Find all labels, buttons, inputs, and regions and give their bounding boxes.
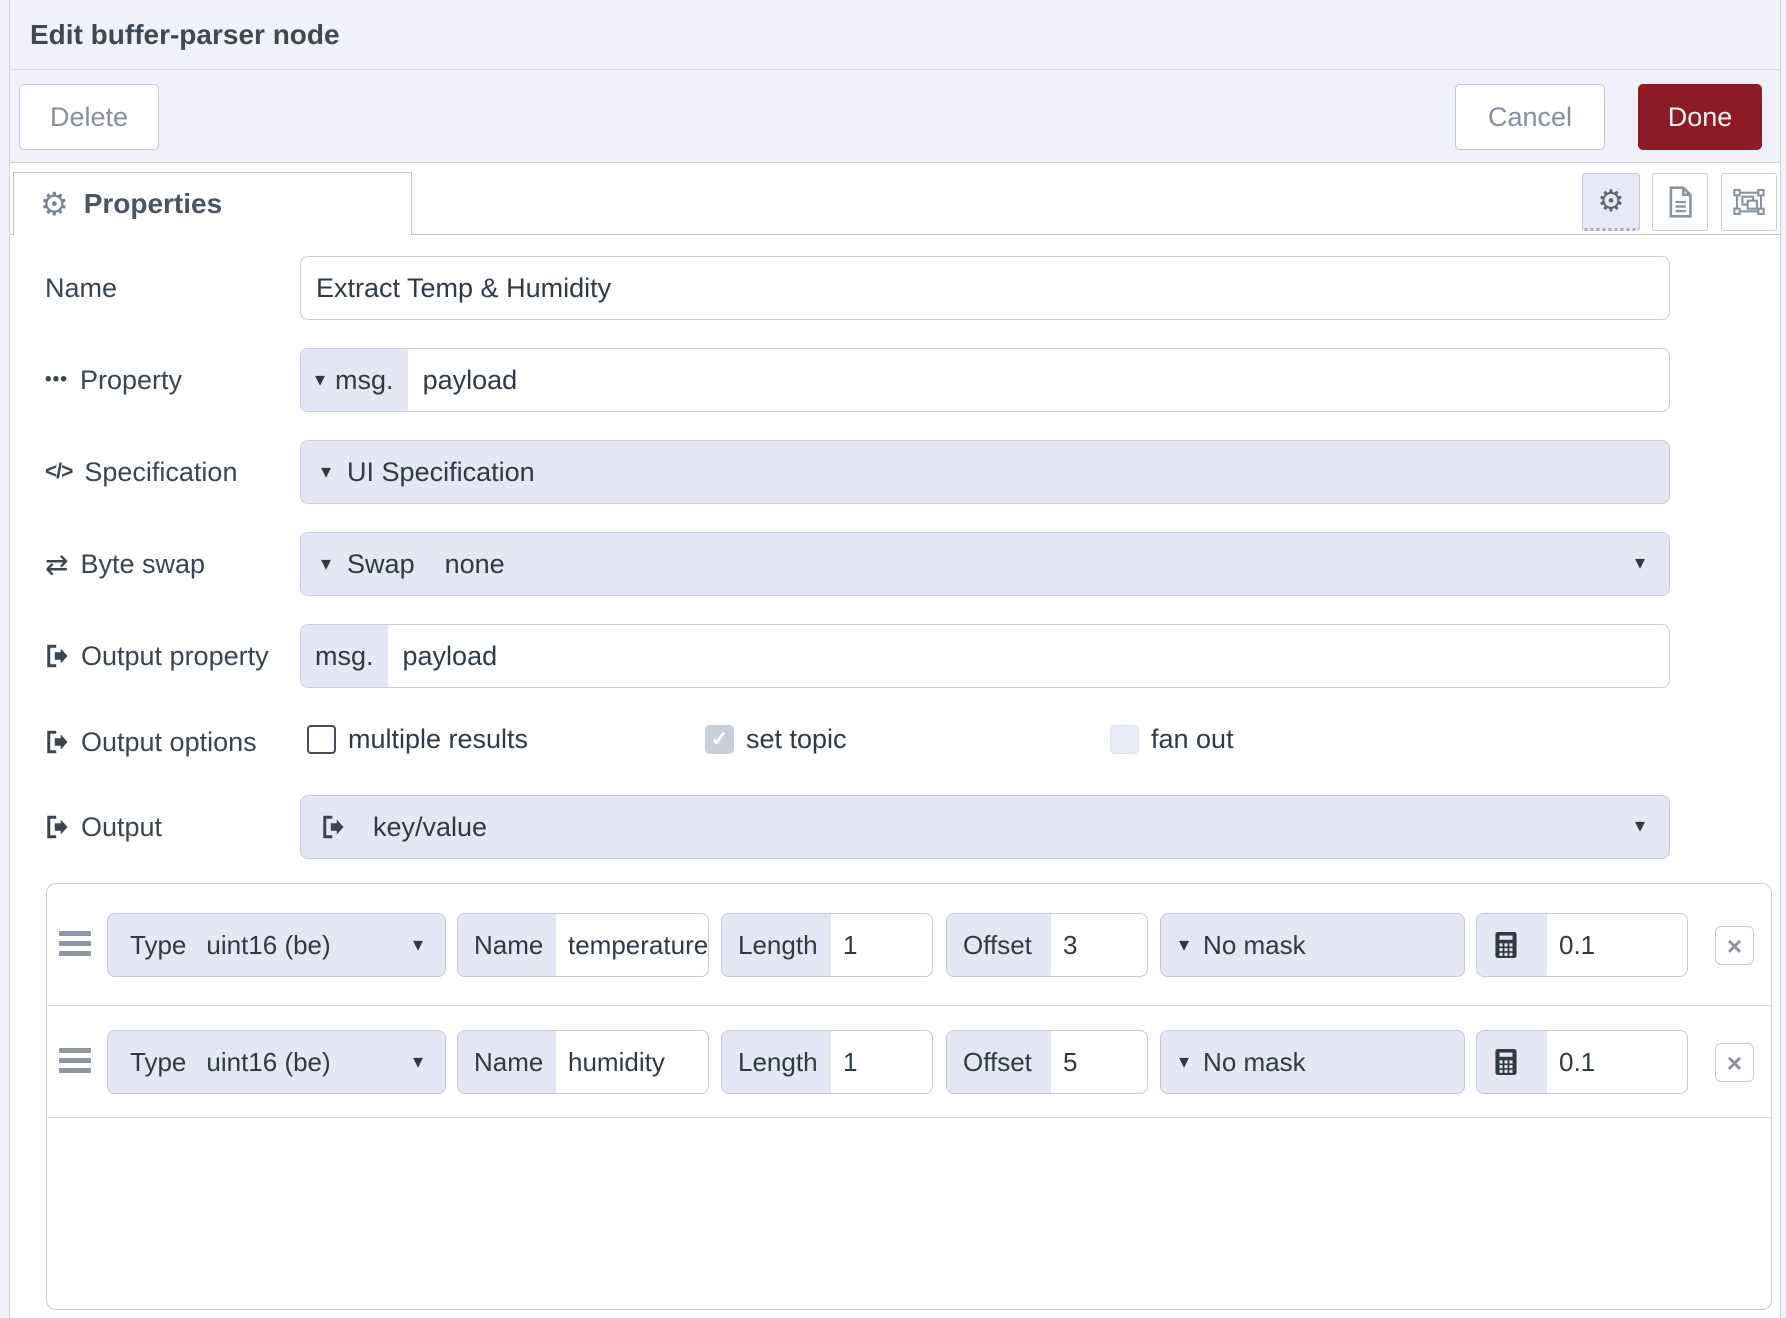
item-name-value: temperature: [556, 930, 708, 961]
sign-out-icon: [45, 815, 69, 839]
edit-description-button[interactable]: [1652, 173, 1708, 231]
item-name-value: humidity: [556, 1047, 665, 1078]
output-options-group: multiple results set topic fan out: [10, 710, 1780, 774]
specification-value: UI Specification: [347, 457, 535, 488]
chevron-down-icon: ▾: [1179, 1052, 1189, 1072]
item-mask-select[interactable]: ▾ No mask: [1160, 1030, 1465, 1094]
code-icon: </>: [45, 460, 72, 484]
sign-out-icon: [45, 644, 69, 668]
property-type-button[interactable]: ▾ msg.: [301, 349, 408, 411]
byte-swap-select[interactable]: ▾ Swap none ▾: [300, 532, 1670, 596]
specification-label: </> Specification: [45, 440, 295, 504]
calculator-icon: [1493, 1047, 1519, 1077]
item-length-input[interactable]: Length 1: [721, 1030, 933, 1094]
output-property-label: Output property: [45, 624, 295, 688]
cancel-button[interactable]: Cancel: [1455, 84, 1605, 150]
chevron-down-icon: ▾: [1179, 935, 1189, 955]
description-doc-icon: [1667, 186, 1693, 218]
gear-icon: ⚙: [40, 188, 69, 220]
multiple-results-checkbox[interactable]: [307, 725, 336, 754]
byte-swap-prefix: Swap: [347, 549, 415, 580]
appearance-group-icon: [1733, 186, 1765, 218]
tab-properties[interactable]: ⚙ Properties: [13, 172, 412, 235]
item-name-input[interactable]: Name humidity: [457, 1030, 709, 1094]
edit-node-dialog: Edit buffer-parser node Delete Cancel Do…: [9, 0, 1781, 1318]
item-length-value: 1: [831, 1047, 857, 1078]
close-icon: ×: [1727, 933, 1742, 959]
close-icon: ×: [1727, 1050, 1742, 1076]
done-button[interactable]: Done: [1638, 84, 1762, 150]
dialog-title: Edit buffer-parser node: [30, 19, 340, 51]
item-type-select[interactable]: Type uint16 (be) ▾: [107, 1030, 446, 1094]
edit-appearance-button[interactable]: [1721, 173, 1777, 231]
sign-out-icon: [321, 815, 345, 839]
rules-list: Type uint16 (be) ▾ Name temperature Leng…: [46, 883, 1772, 1310]
output-select[interactable]: key/value ▾: [300, 795, 1670, 859]
rule-row-2: Type uint16 (be) ▾ Name humidity Length …: [47, 1006, 1771, 1118]
tab-properties-label: Properties: [84, 188, 223, 220]
item-length-input[interactable]: Length 1: [721, 913, 933, 977]
property-label: ••• Property: [45, 348, 295, 412]
output-property-type: msg.: [301, 625, 388, 687]
output-value: key/value: [373, 812, 487, 843]
dialog-header: Edit buffer-parser node: [10, 0, 1780, 70]
chevron-down-icon: ▾: [413, 935, 423, 955]
calculator-icon: [1493, 930, 1519, 960]
name-label: Name: [45, 256, 295, 320]
item-scale-input[interactable]: 0.1: [1476, 1030, 1688, 1094]
item-length-value: 1: [831, 930, 857, 961]
specification-select[interactable]: ▾ UI Specification: [300, 440, 1670, 504]
remove-item-button[interactable]: ×: [1715, 1043, 1754, 1082]
output-property-value: payload: [388, 625, 498, 687]
set-topic-option: set topic: [705, 724, 847, 755]
edit-panel: ⚙ Properties ⚙ Na: [10, 163, 1780, 1318]
item-name-input[interactable]: Name temperature: [457, 913, 709, 977]
chevron-down-icon: ▾: [413, 1052, 423, 1072]
dialog-action-bar: Delete Cancel Done: [10, 70, 1780, 163]
item-type-select[interactable]: Type uint16 (be) ▾: [107, 913, 446, 977]
output-label: Output: [45, 795, 295, 859]
edit-properties-button[interactable]: ⚙: [1582, 173, 1640, 231]
swap-arrows-icon: ⇄: [45, 548, 68, 581]
item-offset-input[interactable]: Offset 3: [946, 913, 1148, 977]
delete-button[interactable]: Delete: [19, 84, 159, 150]
ellipsis-icon: •••: [45, 369, 68, 391]
item-mask-select[interactable]: ▾ No mask: [1160, 913, 1465, 977]
fan-out-checkbox[interactable]: [1110, 725, 1139, 754]
item-offset-value: 3: [1051, 930, 1077, 961]
item-scale-input[interactable]: 0.1: [1476, 913, 1688, 977]
item-offset-value: 5: [1051, 1047, 1077, 1078]
multiple-results-option: multiple results: [307, 724, 528, 755]
settings-gear-icon: ⚙: [1598, 184, 1625, 219]
drag-handle-icon[interactable]: [59, 1048, 91, 1078]
chevron-down-icon: ▾: [321, 554, 331, 574]
item-offset-input[interactable]: Offset 5: [946, 1030, 1148, 1094]
item-scale-value: 0.1: [1547, 1047, 1595, 1078]
chevron-down-icon: ▾: [1635, 553, 1645, 573]
byte-swap-label: ⇄ Byte swap: [45, 532, 295, 596]
name-input[interactable]: Extract Temp & Humidity: [300, 256, 1670, 320]
name-value: Extract Temp & Humidity: [301, 257, 611, 319]
chevron-down-icon: ▾: [321, 462, 331, 482]
chevron-down-icon: ▾: [315, 370, 325, 390]
item-scale-value: 0.1: [1547, 930, 1595, 961]
property-input[interactable]: ▾ msg. payload: [300, 348, 1670, 412]
drag-handle-icon[interactable]: [59, 931, 91, 961]
remove-item-button[interactable]: ×: [1715, 926, 1754, 965]
property-value: payload: [408, 349, 518, 411]
set-topic-checkbox[interactable]: [705, 725, 734, 754]
output-property-input[interactable]: msg. payload: [300, 624, 1670, 688]
rule-row-1: Type uint16 (be) ▾ Name temperature Leng…: [47, 884, 1771, 1006]
chevron-down-icon: ▾: [1635, 816, 1645, 836]
fan-out-option: fan out: [1110, 724, 1234, 755]
byte-swap-value: none: [445, 549, 505, 580]
